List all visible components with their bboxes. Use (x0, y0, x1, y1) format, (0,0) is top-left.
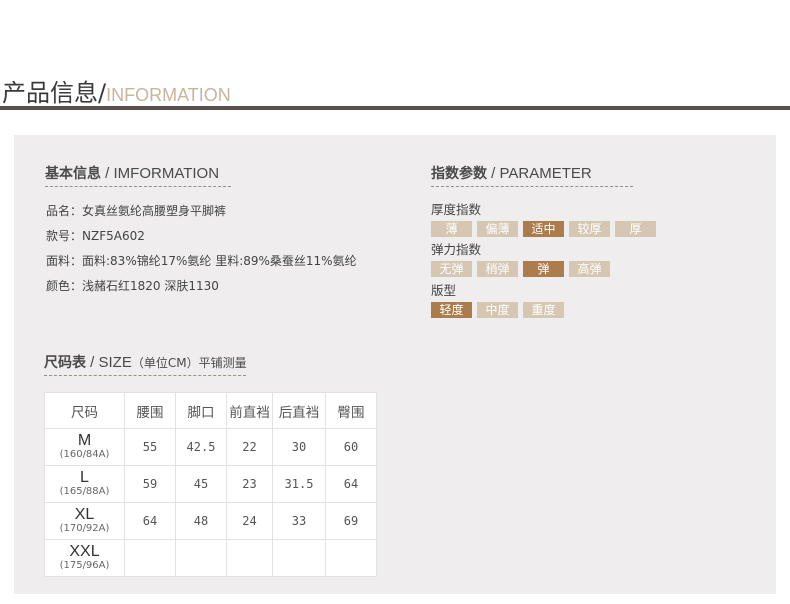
param-chip: 稍弹 (477, 261, 518, 277)
size-spec: (160/84A) (59, 449, 110, 460)
basic-info-title: 基本信息 / IMFORMATION (45, 165, 219, 183)
col-waist: 腰围 (124, 392, 176, 429)
value-cell: 48 (175, 502, 227, 540)
col-hip: 臀围 (325, 392, 377, 429)
param-chip: 无弹 (431, 261, 472, 277)
info-line-name: 品名：女真丝氨纶高腰塑身平脚裤 (46, 204, 227, 218)
value-cell: 23 (226, 465, 273, 503)
value-cell (325, 539, 377, 577)
param-chip: 中度 (477, 302, 518, 318)
value-cell: 45 (175, 465, 227, 503)
basic-info-title-en: / IMFORMATION (101, 165, 220, 182)
size-title-cn: 尺码表 (44, 355, 86, 371)
param-chip: 偏薄 (477, 221, 518, 237)
table-row: XXL (175/96A) (44, 539, 377, 577)
col-hem: 脚口 (175, 392, 227, 429)
basic-info-divider (45, 186, 231, 187)
param-chip-selected: 弹 (523, 261, 564, 277)
param-title: 指数参数 / PARAMETER (431, 165, 592, 183)
info-line-fabric: 面料：面料:83%锦纶17%氨纶 里料:89%桑蚕丝11%氨纶 (46, 254, 357, 268)
param-chip: 高弹 (569, 261, 610, 277)
value-cell: 42.5 (175, 428, 227, 466)
size-spec: (165/88A) (59, 486, 110, 497)
param-group-label: 弹力指数 (431, 242, 482, 257)
table-row: L (165/88A) 59 45 23 31.5 64 (44, 465, 377, 503)
value-cell: 31.5 (272, 465, 326, 503)
param-title-en: / PARAMETER (487, 165, 592, 182)
info-line-style-no: 款号：NZF5A602 (46, 229, 145, 243)
col-front-rise: 前直裆 (226, 392, 273, 429)
value-cell: 69 (325, 502, 377, 540)
value-cell: 33 (272, 502, 326, 540)
size-title-suffix: 平铺测量 (198, 356, 247, 370)
size-table-header: 尺码 腰围 脚口 前直裆 后直裆 臀围 (44, 392, 377, 429)
basic-info-title-cn: 基本信息 (45, 166, 101, 182)
size-spec: (175/96A) (59, 560, 110, 571)
value-cell: 24 (226, 502, 273, 540)
size-cell: XXL (175/96A) (44, 539, 125, 577)
size-label: XL (74, 506, 95, 523)
value-cell: 55 (124, 428, 176, 466)
param-group-label: 厚度指数 (431, 202, 482, 217)
value-cell: 30 (272, 428, 326, 466)
value-cell: 60 (325, 428, 377, 466)
value-cell (124, 539, 176, 577)
param-title-cn: 指数参数 (431, 166, 487, 182)
size-title-unit: （单位CM） (131, 356, 199, 370)
size-cell: M (160/84A) (44, 428, 125, 466)
value-cell: 64 (325, 465, 377, 503)
table-row: XL (170/92A) 64 48 24 33 69 (44, 502, 377, 540)
param-group-label: 版型 (431, 283, 457, 298)
page-title-en: INFORMATION (106, 85, 231, 105)
table-row: M (160/84A) 55 42.5 22 30 60 (44, 428, 377, 466)
param-chip: 薄 (431, 221, 472, 237)
size-table: 尺码 腰围 脚口 前直裆 后直裆 臀围 M (160/84A) 55 42.5 2… (44, 392, 377, 577)
value-cell (175, 539, 227, 577)
col-back-rise: 后直裆 (272, 392, 326, 429)
size-label: M (77, 432, 92, 449)
value-cell: 59 (124, 465, 176, 503)
size-title: 尺码表 / SIZE（单位CM）平铺测量 (44, 354, 247, 372)
size-divider (44, 375, 246, 376)
info-line-color: 颜色：浅赭石红1820 深肤1130 (46, 279, 219, 293)
size-title-en: / SIZE (86, 354, 132, 371)
col-size: 尺码 (44, 392, 125, 429)
value-cell (272, 539, 326, 577)
value-cell: 22 (226, 428, 273, 466)
size-label: XXL (69, 543, 100, 560)
param-divider (431, 186, 633, 187)
param-chip: 较厚 (569, 221, 610, 237)
header-rule (0, 106, 790, 110)
param-chip-selected: 适中 (523, 221, 564, 237)
page-title-cn: 产品信息/ (2, 79, 107, 107)
size-cell: XL (170/92A) (44, 502, 125, 540)
param-chip-selected: 轻度 (431, 302, 472, 318)
size-label: L (80, 469, 89, 486)
value-cell: 64 (124, 502, 176, 540)
size-cell: L (165/88A) (44, 465, 125, 503)
value-cell (226, 539, 273, 577)
size-spec: (170/92A) (59, 523, 110, 534)
param-chip: 厚 (615, 221, 656, 237)
param-chip: 重度 (523, 302, 564, 318)
